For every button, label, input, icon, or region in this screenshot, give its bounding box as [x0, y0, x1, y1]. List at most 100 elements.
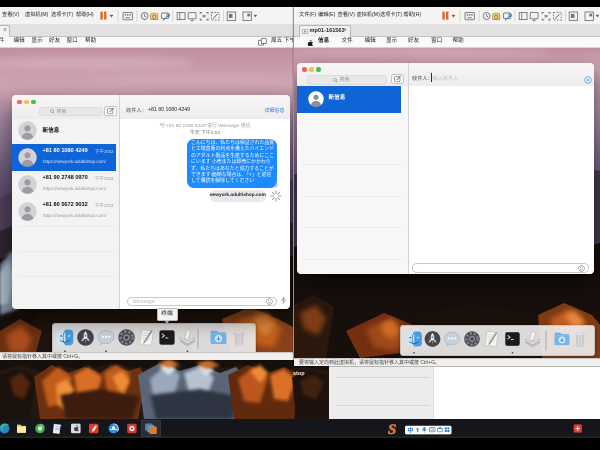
- macos-screen: 信息 文件 编辑 显示 好友 窗口 帮助: [294, 37, 600, 358]
- tray-sogou-logo-text[interactable]: S: [388, 422, 396, 438]
- vmware-toolbar[interactable]: [99, 9, 259, 23]
- menu-edit[interactable]: 编辑(E): [318, 7, 335, 24]
- dock-icon-terminal[interactable]: [505, 332, 519, 345]
- search-placeholder: 搜索: [340, 77, 350, 83]
- minimize-button[interactable]: [24, 100, 28, 104]
- taskbar-icon-ie-browser[interactable]: [109, 424, 119, 434]
- macos-menu-edit[interactable]: 编辑: [365, 37, 376, 46]
- macos-menu-buddies[interactable]: 好友: [408, 37, 419, 46]
- compose-button[interactable]: [391, 74, 404, 84]
- macos-menu-file[interactable]: 文件: [342, 37, 353, 46]
- taskbar-icon-red-tool[interactable]: [89, 424, 98, 433]
- conversation-row-selected[interactable]: +81 80 1080 4249 下午3:52 https://newyork.…: [12, 144, 116, 171]
- taskbar-icon-vmware-active[interactable]: [142, 420, 161, 436]
- avatar: [18, 202, 37, 221]
- macos-menu-view[interactable]: 显示: [386, 37, 397, 46]
- menu-vm[interactable]: 虚拟机(M): [25, 7, 48, 24]
- dock-icon-launchpad[interactable]: [77, 329, 94, 346]
- macos-menu-buddies[interactable]: 好友: [49, 37, 60, 46]
- macos-menu-window[interactable]: 窗口: [431, 37, 442, 46]
- dock-icon-finder[interactable]: [57, 329, 74, 345]
- close-button[interactable]: [302, 67, 306, 71]
- macos-menu-window[interactable]: 窗口: [67, 37, 78, 46]
- background-window[interactable]: [329, 366, 600, 420]
- add-contact-icon[interactable]: [584, 76, 592, 84]
- message-bubble-sent: こんにちは、私たちは保証された品質 と工場直販の利点を備えたハイエンド のアダル…: [187, 139, 277, 188]
- search-input[interactable]: 搜索: [39, 107, 103, 117]
- dock-icon-textedit[interactable]: [485, 331, 498, 346]
- conversation-row-selected[interactable]: 新信息: [297, 86, 401, 113]
- dock-icon-installer[interactable]: [180, 329, 194, 346]
- message-input[interactable]: iMessage: [127, 297, 277, 307]
- macos-menu-help[interactable]: 帮助: [85, 37, 96, 46]
- tray-alert-icon[interactable]: [574, 424, 582, 432]
- zoom-button[interactable]: [31, 100, 35, 104]
- tray-sogou-ime[interactable]: S: [388, 422, 396, 438]
- menu-file[interactable]: 文件(F): [299, 7, 316, 24]
- vm-state-icon: [302, 29, 308, 35]
- apple-menu-icon[interactable]: [307, 39, 313, 46]
- taskbar-icon-apple-tool[interactable]: [71, 424, 81, 434]
- dock-icon-trash[interactable]: [235, 329, 244, 345]
- conversation-list: 新信息: [297, 86, 408, 274]
- menu-vm[interactable]: 虚拟机(M): [357, 7, 380, 24]
- dock-icon-installer[interactable]: [526, 331, 539, 347]
- vmware-statusbar: 要将输入定向到此虚拟机，请将鼠标指针移入其中或按 Ctrl+G。: [0, 352, 294, 360]
- taskbar-icon-edge[interactable]: [0, 423, 10, 433]
- tray-ime-lang[interactable]: 中: [408, 426, 414, 434]
- dock-icon-terminal[interactable]: [160, 330, 175, 344]
- menu-help[interactable]: 帮助(H): [76, 7, 94, 24]
- conversation-row[interactable]: +81 90 2748 0970 下午3:52 https://newyork.…: [12, 171, 116, 198]
- tab-close-icon[interactable]: ×: [3, 26, 7, 36]
- dock-icon-downloads[interactable]: [555, 332, 570, 345]
- macos-menu-help[interactable]: 帮助: [453, 37, 464, 46]
- search-input[interactable]: 搜索: [307, 75, 388, 85]
- vm-tab-partial[interactable]: ×: [0, 25, 10, 37]
- messages-toolbar: 搜索 收件人： 输入收件人: [297, 63, 594, 87]
- details-link[interactable]: 详细信息: [264, 107, 284, 114]
- search-icon: [333, 78, 338, 83]
- menubar-clock: 周五 下午3:52: [271, 37, 293, 46]
- close-button[interactable]: [17, 100, 21, 104]
- conversation-row[interactable]: +81 80 5672 9032 下午3:52 https://newyork.…: [12, 198, 116, 225]
- message-input[interactable]: [412, 263, 589, 273]
- loading-spinner-icon: [270, 190, 282, 202]
- macos-menu-file[interactable]: 文件: [0, 37, 4, 46]
- conversation-row-new[interactable]: 新信息: [12, 119, 116, 144]
- menu-view[interactable]: 查看(V): [2, 7, 19, 24]
- input-method-icon[interactable]: [258, 38, 267, 46]
- menu-tabs[interactable]: 选项卡(T): [51, 7, 73, 24]
- taskbar-icon-red-recorder[interactable]: [127, 424, 136, 433]
- dock-icon-trash[interactable]: [576, 331, 584, 346]
- vmware-toolbar[interactable]: [441, 9, 600, 23]
- dock-icon-messages[interactable]: [98, 330, 114, 344]
- conversation-time: 下午3:52: [95, 175, 114, 182]
- dock-icon-downloads[interactable]: [211, 330, 227, 343]
- dock-icon-finder[interactable]: [406, 331, 422, 346]
- link-preview-pill[interactable]: newyork.adultishop.com: [210, 190, 267, 202]
- emoji-picker-icon[interactable]: [266, 298, 273, 305]
- zoom-button[interactable]: [316, 67, 320, 71]
- dock-icon-system-preferences[interactable]: [464, 331, 480, 347]
- menu-help[interactable]: 帮助(H): [404, 7, 422, 24]
- bubble-tail: [273, 183, 278, 188]
- avatar: [308, 91, 324, 107]
- dictation-mic-icon[interactable]: [280, 296, 287, 305]
- compose-button[interactable]: [104, 106, 117, 116]
- tab-close-icon[interactable]: ×: [343, 26, 347, 36]
- dock-icon-system-preferences[interactable]: [118, 329, 134, 345]
- conversation-title: +81 80 1080 4249: [43, 148, 88, 154]
- macos-menu-view[interactable]: 显示: [32, 37, 43, 46]
- menu-view[interactable]: 查看(V): [338, 7, 355, 24]
- emoji-picker-icon[interactable]: [578, 265, 585, 272]
- macos-menu-app[interactable]: 信息: [318, 37, 329, 46]
- minimize-button[interactable]: [309, 67, 313, 71]
- dock-icon-textedit[interactable]: [140, 329, 153, 344]
- taskbar-icon-green-browser[interactable]: [35, 424, 45, 434]
- dock-icon-launchpad[interactable]: [425, 331, 441, 347]
- to-placeholder[interactable]: 输入收件人: [433, 75, 459, 82]
- menu-tabs[interactable]: 选项卡(T): [380, 7, 402, 24]
- macos-menu-edit[interactable]: 编辑: [14, 37, 25, 46]
- dock-icon-messages[interactable]: [444, 332, 459, 346]
- vm-tab[interactable]: mp01-161563 ×: [299, 25, 351, 37]
